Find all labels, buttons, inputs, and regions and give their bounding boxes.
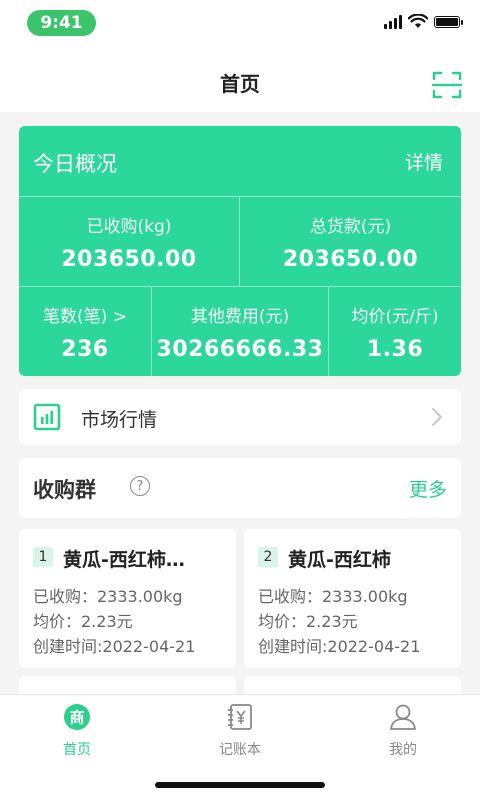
tab-label: 我的 <box>389 742 417 758</box>
count-value: 236 <box>61 337 109 362</box>
other-fees-value: 30266666.33 <box>156 337 324 362</box>
count-label: 笔数(笔) > <box>43 307 127 327</box>
ledger-icon <box>228 704 252 730</box>
purchased-label: 已收购(kg) <box>86 217 172 237</box>
group-purchased: 已收购：2333.00kg <box>33 587 183 606</box>
total-payment-value: 203650.00 <box>282 247 419 272</box>
tab-label: 记账本 <box>219 742 261 758</box>
purchased-stat: 已收购(kg) 203650.00 <box>19 212 239 272</box>
count-stat[interactable]: 笔数(笔) > 236 <box>19 302 151 362</box>
user-icon <box>390 704 416 730</box>
other-fees-label: 其他费用(元) <box>190 307 290 327</box>
chevron-right-icon <box>432 408 442 426</box>
purchased-value: 203650.00 <box>61 247 197 272</box>
divider <box>19 286 461 287</box>
group-index-badge: 2 <box>258 547 278 567</box>
group-name: 黄瓜-西红柿… <box>63 549 185 571</box>
tab-label: 首页 <box>63 742 91 758</box>
group-card[interactable]: 2 黄瓜-西红柿 已收购：2333.00kg 均价：2.23元 创建时间:202… <box>244 529 461 668</box>
group-name: 黄瓜-西红柿 <box>288 549 391 571</box>
scan-icon[interactable] <box>432 70 462 100</box>
today-summary-card: 今日概况 详情 已收购(kg) 203650.00 总货款(元) 203650.… <box>19 126 461 376</box>
total-payment-stat: 总货款(元) 203650.00 <box>240 212 461 272</box>
shop-icon: 商 <box>64 704 90 730</box>
signal-icon <box>384 14 402 29</box>
battery-icon <box>434 15 463 28</box>
page-title: 首页 <box>220 72 260 96</box>
market-row[interactable]: 市场行情 <box>19 389 461 445</box>
status-icons <box>384 14 463 29</box>
summary-title: 今日概况 <box>33 152 117 176</box>
summary-header: 今日概况 详情 <box>19 126 461 196</box>
avg-price-label: 均价(元/斤) <box>351 307 439 327</box>
tab-ledger[interactable]: 记账本 <box>190 703 290 759</box>
nav-bar: 首页 <box>0 46 480 112</box>
market-label: 市场行情 <box>81 409 158 431</box>
group-title: 收购群 <box>33 478 96 502</box>
help-icon[interactable]: ? <box>130 476 150 496</box>
chart-icon <box>33 403 61 431</box>
group-avg-price: 均价：2.23元 <box>258 612 358 631</box>
avg-price-value: 1.36 <box>366 337 424 362</box>
more-link[interactable]: 更多 <box>409 475 447 502</box>
group-index-badge: 1 <box>33 547 53 567</box>
wifi-icon <box>408 14 428 28</box>
group-purchased: 已收购：2333.00kg <box>258 587 408 606</box>
divider <box>19 196 461 197</box>
svg-text:商: 商 <box>69 709 84 727</box>
tab-home[interactable]: 商 首页 <box>27 703 127 759</box>
group-avg-price: 均价：2.23元 <box>33 612 133 631</box>
other-fees-stat: 其他费用(元) 30266666.33 <box>152 302 328 362</box>
avg-price-stat: 均价(元/斤) 1.36 <box>329 302 461 362</box>
home-indicator <box>155 782 325 788</box>
summary-detail-link[interactable]: 详情 <box>405 148 443 175</box>
tab-mine[interactable]: 我的 <box>353 703 453 759</box>
group-created-time: 创建时间:2022-04-21 <box>33 637 196 656</box>
group-card[interactable]: 1 黄瓜-西红柿… 已收购：2333.00kg 均价：2.23元 创建时间:20… <box>19 529 236 668</box>
group-created-time: 创建时间:2022-04-21 <box>258 637 421 656</box>
total-payment-label: 总货款(元) <box>309 217 392 237</box>
status-bar: 9:41 <box>0 0 480 46</box>
status-time: 9:41 <box>27 10 96 36</box>
group-header: 收购群 ? 更多 <box>19 458 461 518</box>
